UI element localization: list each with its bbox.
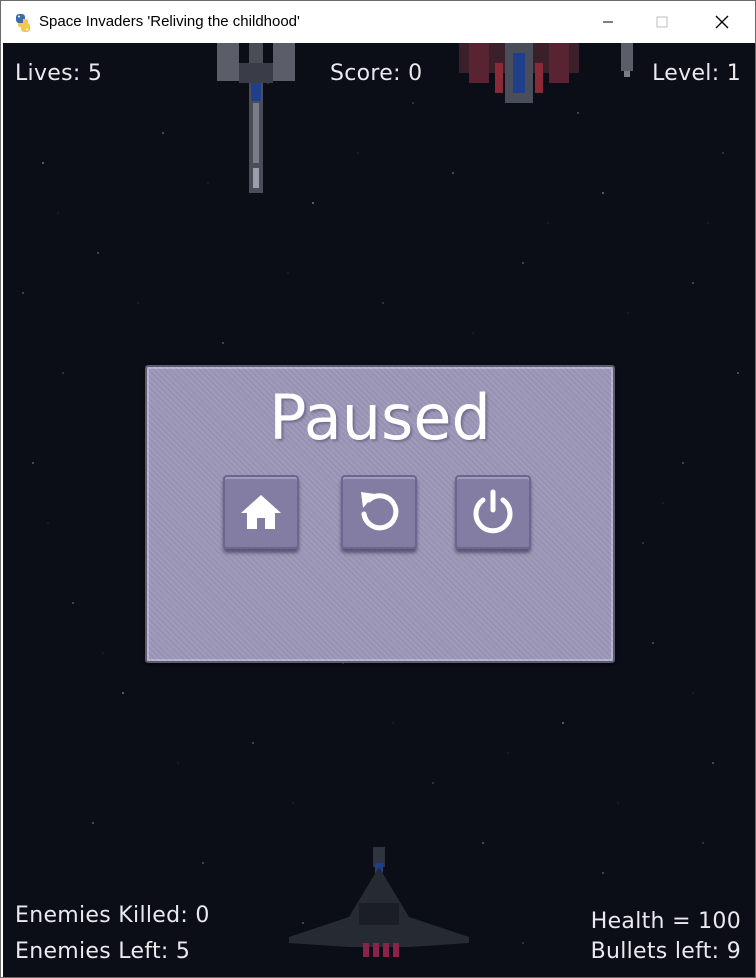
home-icon [241,495,281,529]
lives-counter: Lives: 5 [15,61,103,86]
game-canvas[interactable]: Lives: 5 Score: 0 Level: 1 Enemies Kille… [3,43,755,977]
minimize-icon [603,21,613,23]
home-button[interactable] [223,475,299,549]
enemy-ship [217,43,295,193]
pause-title: Paused [269,381,491,454]
restart-button[interactable] [341,475,417,549]
enemy-ship [459,43,579,103]
maximize-button[interactable] [639,1,685,43]
player-ship [289,847,469,957]
restart-icon [361,492,399,531]
score-counter: Score: 0 [330,61,423,86]
title-bar[interactable]: Space Invaders 'Reliving the childhood' [1,1,755,43]
quit-button[interactable] [455,475,531,549]
health-counter: Health = 100 [590,909,741,934]
minimize-button[interactable] [585,1,631,43]
close-button[interactable] [699,1,745,43]
window-title: Space Invaders 'Reliving the childhood' [39,13,300,30]
maximize-icon [656,16,668,28]
pause-menu: Paused [145,365,615,663]
python-icon [16,14,30,32]
game-window: Space Invaders 'Reliving the childhood' [0,0,756,978]
enemies-killed-counter: Enemies Killed: 0 [15,903,210,928]
close-icon [715,15,729,29]
power-icon [473,489,513,534]
level-counter: Level: 1 [652,61,741,86]
enemies-left-counter: Enemies Left: 5 [15,939,191,964]
bullets-left-counter: Bullets left: 9 [590,939,741,964]
enemy-ship [621,43,633,77]
